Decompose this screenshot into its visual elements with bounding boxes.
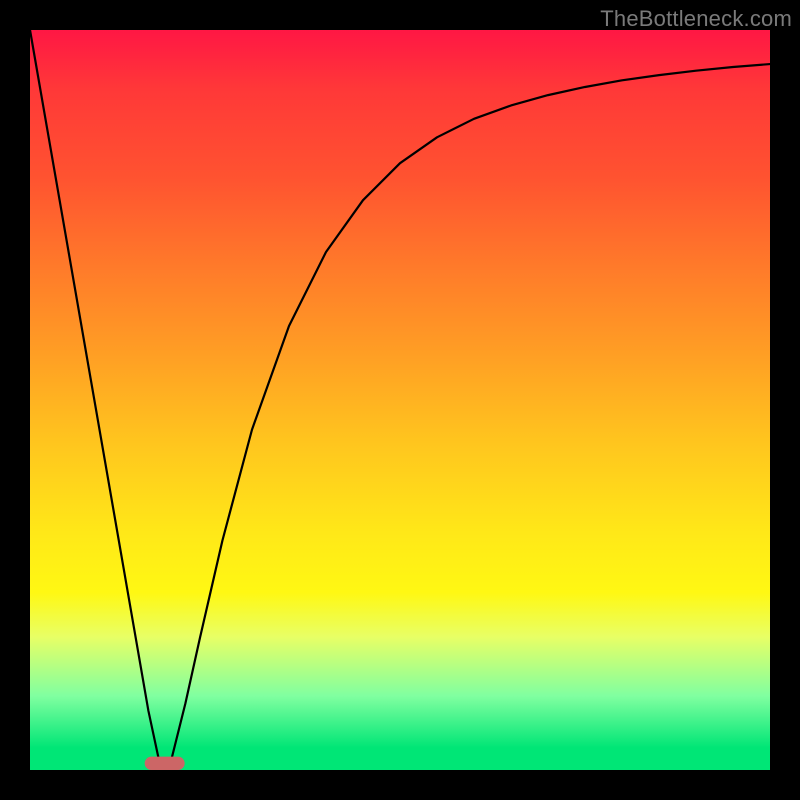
chart-frame: TheBottleneck.com	[0, 0, 800, 800]
chart-svg	[0, 0, 800, 800]
curve-line	[30, 30, 770, 763]
watermark: TheBottleneck.com	[600, 6, 792, 32]
target-marker	[145, 757, 185, 770]
